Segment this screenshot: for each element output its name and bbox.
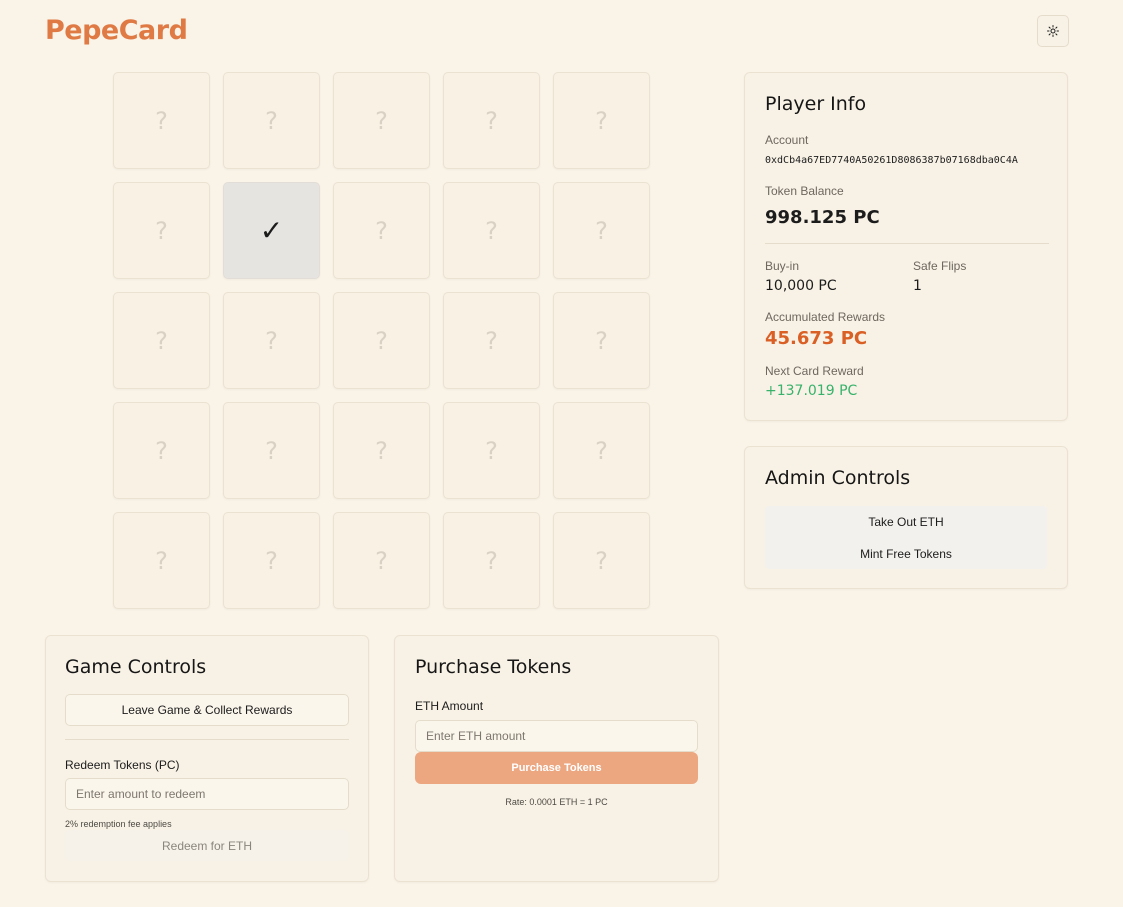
card-hidden[interactable]: ? <box>113 512 210 609</box>
sun-icon <box>1047 25 1059 37</box>
card-hidden[interactable]: ? <box>443 182 540 279</box>
theme-toggle-button[interactable] <box>1037 15 1069 47</box>
purchase-tokens-title: Purchase Tokens <box>415 656 572 678</box>
account-address: 0xdCb4a67ED7740A50261D8086387b07168dba0C… <box>765 155 1018 166</box>
card-hidden[interactable]: ? <box>333 402 430 499</box>
purchase-tokens-panel: Purchase Tokens ETH Amount Purchase Toke… <box>394 635 719 882</box>
eth-amount-label: ETH Amount <box>415 699 484 713</box>
card-hidden[interactable]: ? <box>553 402 650 499</box>
card-hidden[interactable]: ? <box>113 402 210 499</box>
card-hidden[interactable]: ? <box>113 182 210 279</box>
divider <box>765 243 1049 244</box>
accumulated-rewards-value: 45.673 PC <box>765 328 868 349</box>
card-hidden[interactable]: ? <box>553 512 650 609</box>
admin-button-group: Take Out ETH Mint Free Tokens <box>765 506 1047 569</box>
eth-amount-input[interactable] <box>415 720 698 752</box>
mint-free-tokens-button[interactable]: Mint Free Tokens <box>765 538 1047 569</box>
admin-controls-title: Admin Controls <box>765 467 911 489</box>
card-hidden[interactable]: ? <box>553 72 650 169</box>
card-hidden[interactable]: ? <box>223 402 320 499</box>
card-hidden[interactable]: ? <box>443 72 540 169</box>
card-hidden[interactable]: ? <box>553 292 650 389</box>
take-out-eth-button[interactable]: Take Out ETH <box>765 506 1047 538</box>
safe-flips-value: 1 <box>913 278 922 294</box>
card-hidden[interactable]: ? <box>443 292 540 389</box>
game-controls-title: Game Controls <box>65 656 207 678</box>
card-hidden[interactable]: ? <box>443 512 540 609</box>
card-hidden[interactable]: ? <box>113 72 210 169</box>
next-card-reward-label: Next Card Reward <box>765 364 864 378</box>
card-revealed-safe[interactable]: ✓ <box>223 182 320 279</box>
account-label: Account <box>765 133 809 147</box>
card-hidden[interactable]: ? <box>223 72 320 169</box>
safe-flips-label: Safe Flips <box>913 259 967 273</box>
card-hidden[interactable]: ? <box>443 402 540 499</box>
exchange-rate-text: Rate: 0.0001 ETH = 1 PC <box>505 797 608 807</box>
redeem-amount-input[interactable] <box>65 778 349 810</box>
card-hidden[interactable]: ? <box>333 292 430 389</box>
divider <box>65 739 349 740</box>
card-hidden[interactable]: ? <box>113 292 210 389</box>
card-grid: ?????? ✓?????????????????? <box>113 72 650 609</box>
purchase-tokens-button[interactable]: Purchase Tokens <box>415 752 698 784</box>
redeem-tokens-label: Redeem Tokens (PC) <box>65 758 180 772</box>
card-hidden[interactable]: ? <box>223 292 320 389</box>
buyin-label: Buy-in <box>765 259 800 273</box>
token-balance-label: Token Balance <box>765 184 844 198</box>
card-hidden[interactable]: ? <box>333 512 430 609</box>
admin-controls-panel: Admin Controls Take Out ETH Mint Free To… <box>744 446 1068 589</box>
card-hidden[interactable]: ? <box>553 182 650 279</box>
player-info-panel: Player Info Account 0xdCb4a67ED7740A5026… <box>744 72 1068 421</box>
accumulated-rewards-label: Accumulated Rewards <box>765 310 886 324</box>
leave-game-button[interactable]: Leave Game & Collect Rewards <box>65 694 349 726</box>
redeem-for-eth-button[interactable]: Redeem for ETH <box>65 830 349 861</box>
next-card-reward-value: +137.019 PC <box>765 383 858 399</box>
app-logo: PepeCard <box>45 15 188 46</box>
player-info-title: Player Info <box>765 93 867 115</box>
token-balance-value: 998.125 PC <box>765 207 880 228</box>
card-hidden[interactable]: ? <box>333 72 430 169</box>
card-hidden[interactable]: ? <box>333 182 430 279</box>
game-controls-panel: Game Controls Leave Game & Collect Rewar… <box>45 635 369 882</box>
buyin-value: 10,000 PC <box>765 278 837 294</box>
card-hidden[interactable]: ? <box>223 512 320 609</box>
redemption-fee-note: 2% redemption fee applies <box>65 819 172 829</box>
